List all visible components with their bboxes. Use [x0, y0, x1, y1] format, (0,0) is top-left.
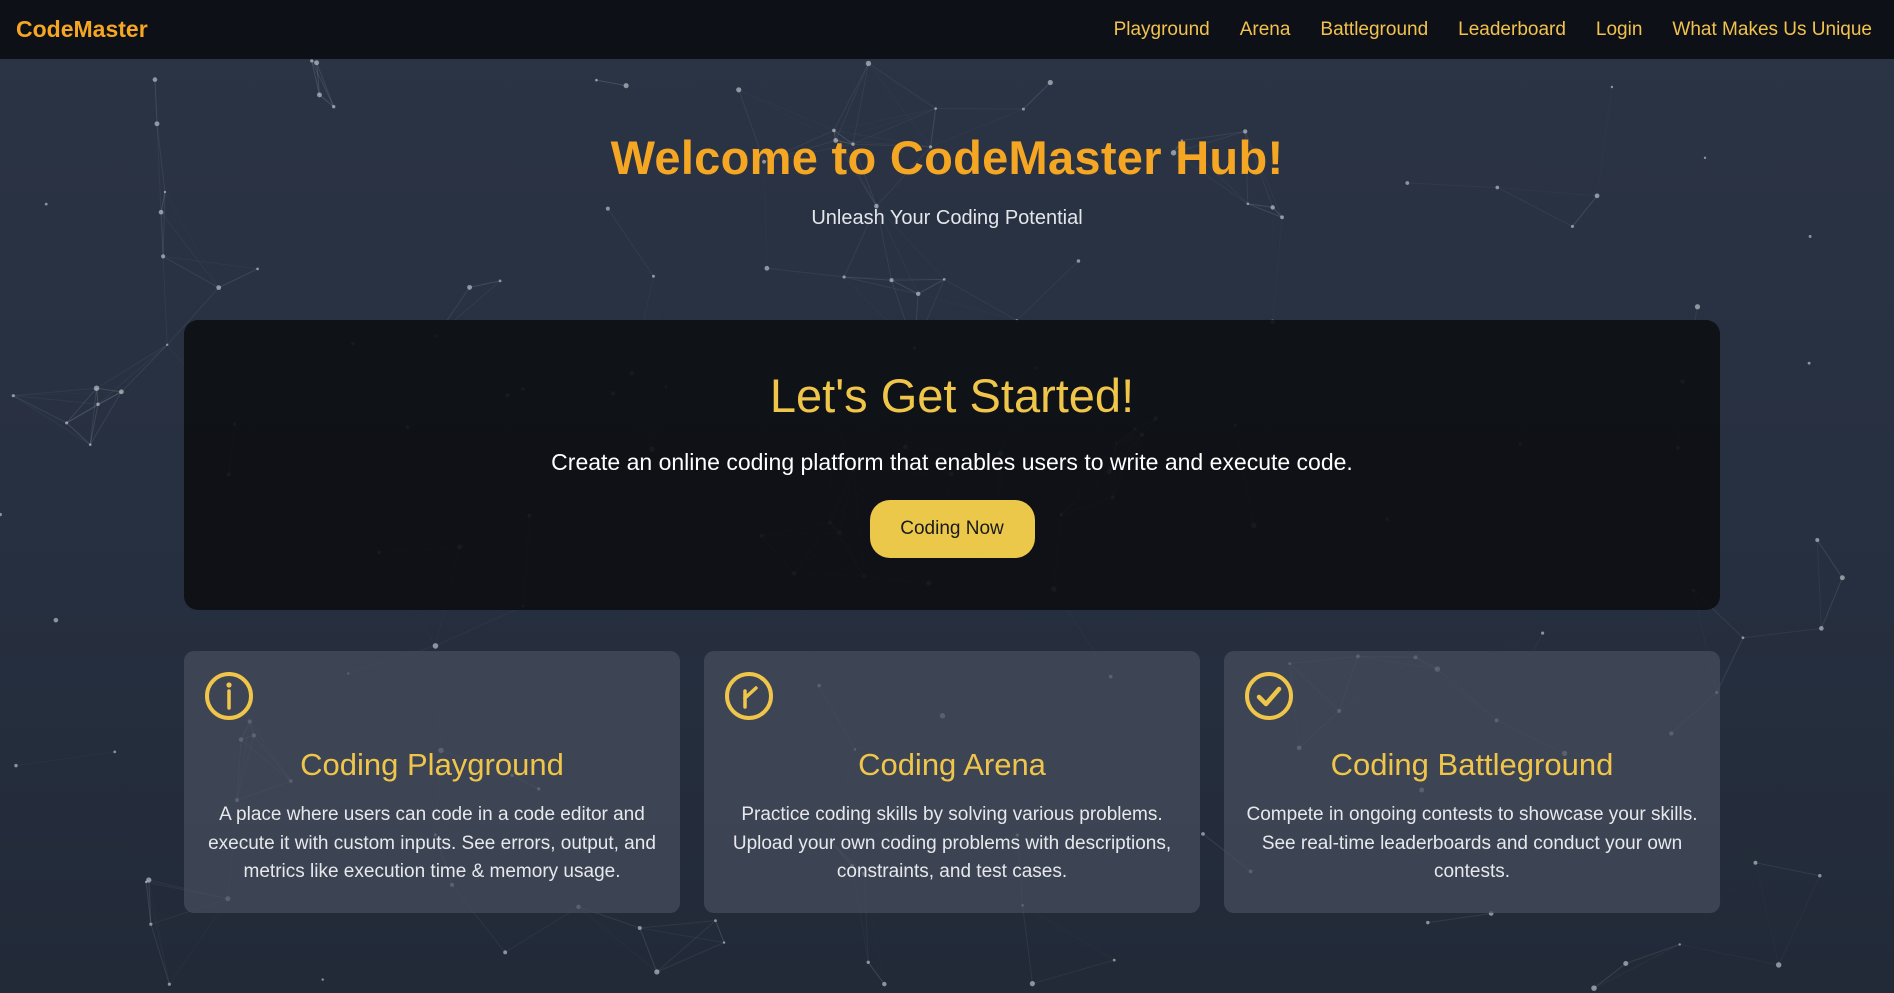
- card-description: Practice coding skills by solving variou…: [732, 804, 1172, 882]
- feature-card-battleground[interactable]: Coding Battleground Compete in ongoing c…: [1224, 651, 1720, 913]
- navbar: CodeMaster Playground Arena Battleground…: [0, 0, 1894, 59]
- nav-link-what-makes-us-unique[interactable]: What Makes Us Unique: [1672, 19, 1872, 41]
- nav-link-battleground[interactable]: Battleground: [1320, 19, 1428, 41]
- feature-card-playground[interactable]: Coding Playground A place where users ca…: [184, 651, 680, 913]
- clock-icon: [725, 672, 773, 720]
- nav-link-playground[interactable]: Playground: [1114, 19, 1210, 41]
- hero-title: Welcome to CodeMaster Hub!: [610, 131, 1284, 184]
- feature-card-arena[interactable]: Coding Arena Practice coding skills by s…: [704, 651, 1200, 913]
- get-started-panel: Let's Get Started! Create an online codi…: [184, 320, 1720, 610]
- get-started-description: Create an online coding platform that en…: [551, 449, 1353, 475]
- info-icon: [205, 672, 253, 720]
- card-description: A place where users can code in a code e…: [208, 804, 656, 882]
- nav-link-login[interactable]: Login: [1596, 19, 1643, 41]
- hero-section: Welcome to CodeMaster Hub! Unleash Your …: [0, 130, 1894, 230]
- hero-subtitle: Unleash Your Coding Potential: [811, 207, 1083, 229]
- check-circle-icon: [1245, 672, 1293, 720]
- nav-link-arena[interactable]: Arena: [1240, 19, 1291, 41]
- card-title: Coding Battleground: [1330, 747, 1614, 782]
- card-description: Compete in ongoing contests to showcase …: [1246, 804, 1698, 882]
- nav-links: Playground Arena Battleground Leaderboar…: [1084, 19, 1872, 41]
- coding-now-button[interactable]: Coding Now: [869, 500, 1035, 558]
- brand-logo[interactable]: CodeMaster: [16, 16, 148, 43]
- card-title: Coding Playground: [300, 747, 564, 782]
- card-title: Coding Arena: [858, 747, 1046, 782]
- nav-link-leaderboard[interactable]: Leaderboard: [1458, 19, 1566, 41]
- get-started-heading: Let's Get Started!: [769, 369, 1135, 422]
